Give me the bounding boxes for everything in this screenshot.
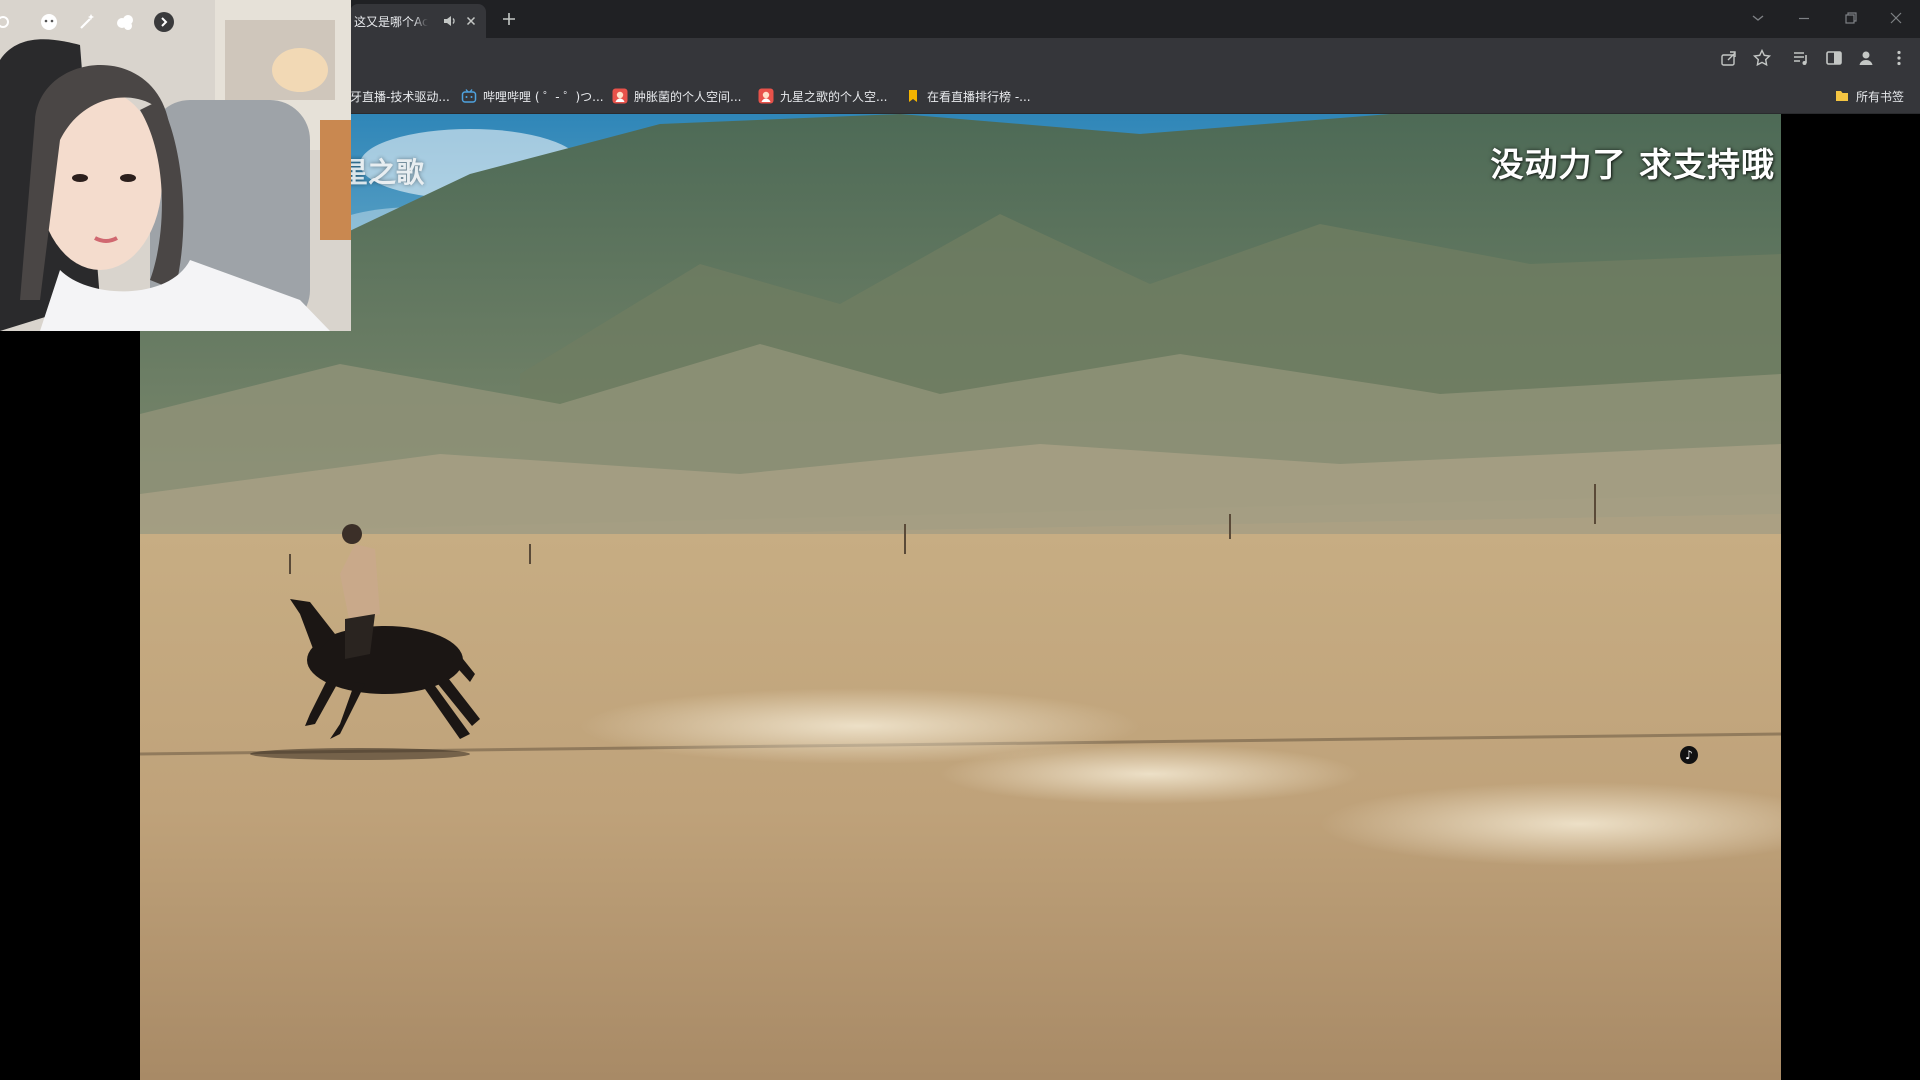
bookmark-item[interactable]: 九星之歌的个人空...	[758, 86, 887, 106]
restore-button[interactable]	[1838, 6, 1862, 30]
tiktok-icon: ♪	[1680, 746, 1698, 764]
sticker-icon[interactable]	[114, 11, 136, 33]
magic-wand-icon[interactable]	[76, 11, 98, 33]
video-frame-scene	[140, 114, 1781, 1080]
all-bookmarks-label: 所有书签	[1856, 89, 1905, 104]
chevron-right-icon[interactable]	[153, 11, 175, 33]
webcam-toolbar	[0, 9, 200, 35]
profile-avatar-icon[interactable]	[1855, 47, 1877, 69]
video-overlay-caption: 没动力了 求支持哦	[1490, 145, 1775, 184]
side-panel-icon[interactable]	[1823, 47, 1845, 69]
avatar-favicon-icon	[758, 88, 774, 104]
bookmark-item[interactable]: 肿胀菌的个人空间...	[612, 86, 741, 106]
close-window-button[interactable]	[1884, 6, 1908, 30]
webcam-overlay	[0, 0, 351, 331]
media-queue-icon[interactable]	[1790, 47, 1812, 69]
settings-icon[interactable]	[0, 11, 14, 33]
active-tab[interactable]: 这又是哪个Ac	[350, 4, 486, 38]
bookmark-label: 肿胀菌的个人空间...	[634, 89, 742, 104]
bookmark-item[interactable]: 哔哩哔哩 ( ゜- ゜)つ...	[461, 86, 604, 106]
speaker-icon[interactable]	[442, 13, 458, 29]
bookmark-flag-icon	[905, 88, 921, 104]
share-icon[interactable]	[1718, 47, 1740, 69]
streamer-webcam-feed	[0, 0, 351, 331]
kebab-menu-icon[interactable]	[1888, 47, 1910, 69]
tab-search-chevron-icon[interactable]	[1746, 6, 1770, 30]
new-tab-button[interactable]	[498, 8, 520, 30]
all-bookmarks-button[interactable]: 所有书签	[1834, 86, 1904, 106]
avatar-favicon-icon	[612, 88, 628, 104]
close-tab-icon[interactable]	[463, 13, 479, 29]
bookmark-label: 在看直播排行榜 -...	[927, 89, 1031, 104]
bookmark-item[interactable]: 在看直播排行榜 -...	[905, 86, 1031, 106]
video-player[interactable]: 星之歌 没动力了 求支持哦 ♪	[140, 114, 1781, 1080]
bookmark-label: 牙直播-技术驱动...	[350, 89, 450, 104]
bookmark-label: 九星之歌的个人空...	[780, 89, 888, 104]
tab-title: 这又是哪个Ac	[354, 14, 428, 29]
bookmark-label: 哔哩哔哩 ( ゜- ゜)つ...	[483, 89, 604, 104]
bookmark-star-icon[interactable]	[1751, 47, 1773, 69]
minimize-button[interactable]	[1792, 6, 1816, 30]
bookmark-item[interactable]: 牙直播-技术驱动...	[350, 86, 450, 106]
channel-watermark: 星之歌	[340, 156, 425, 189]
bilibili-tv-icon	[461, 88, 477, 104]
folder-icon	[1834, 88, 1850, 104]
face-icon[interactable]	[38, 11, 60, 33]
